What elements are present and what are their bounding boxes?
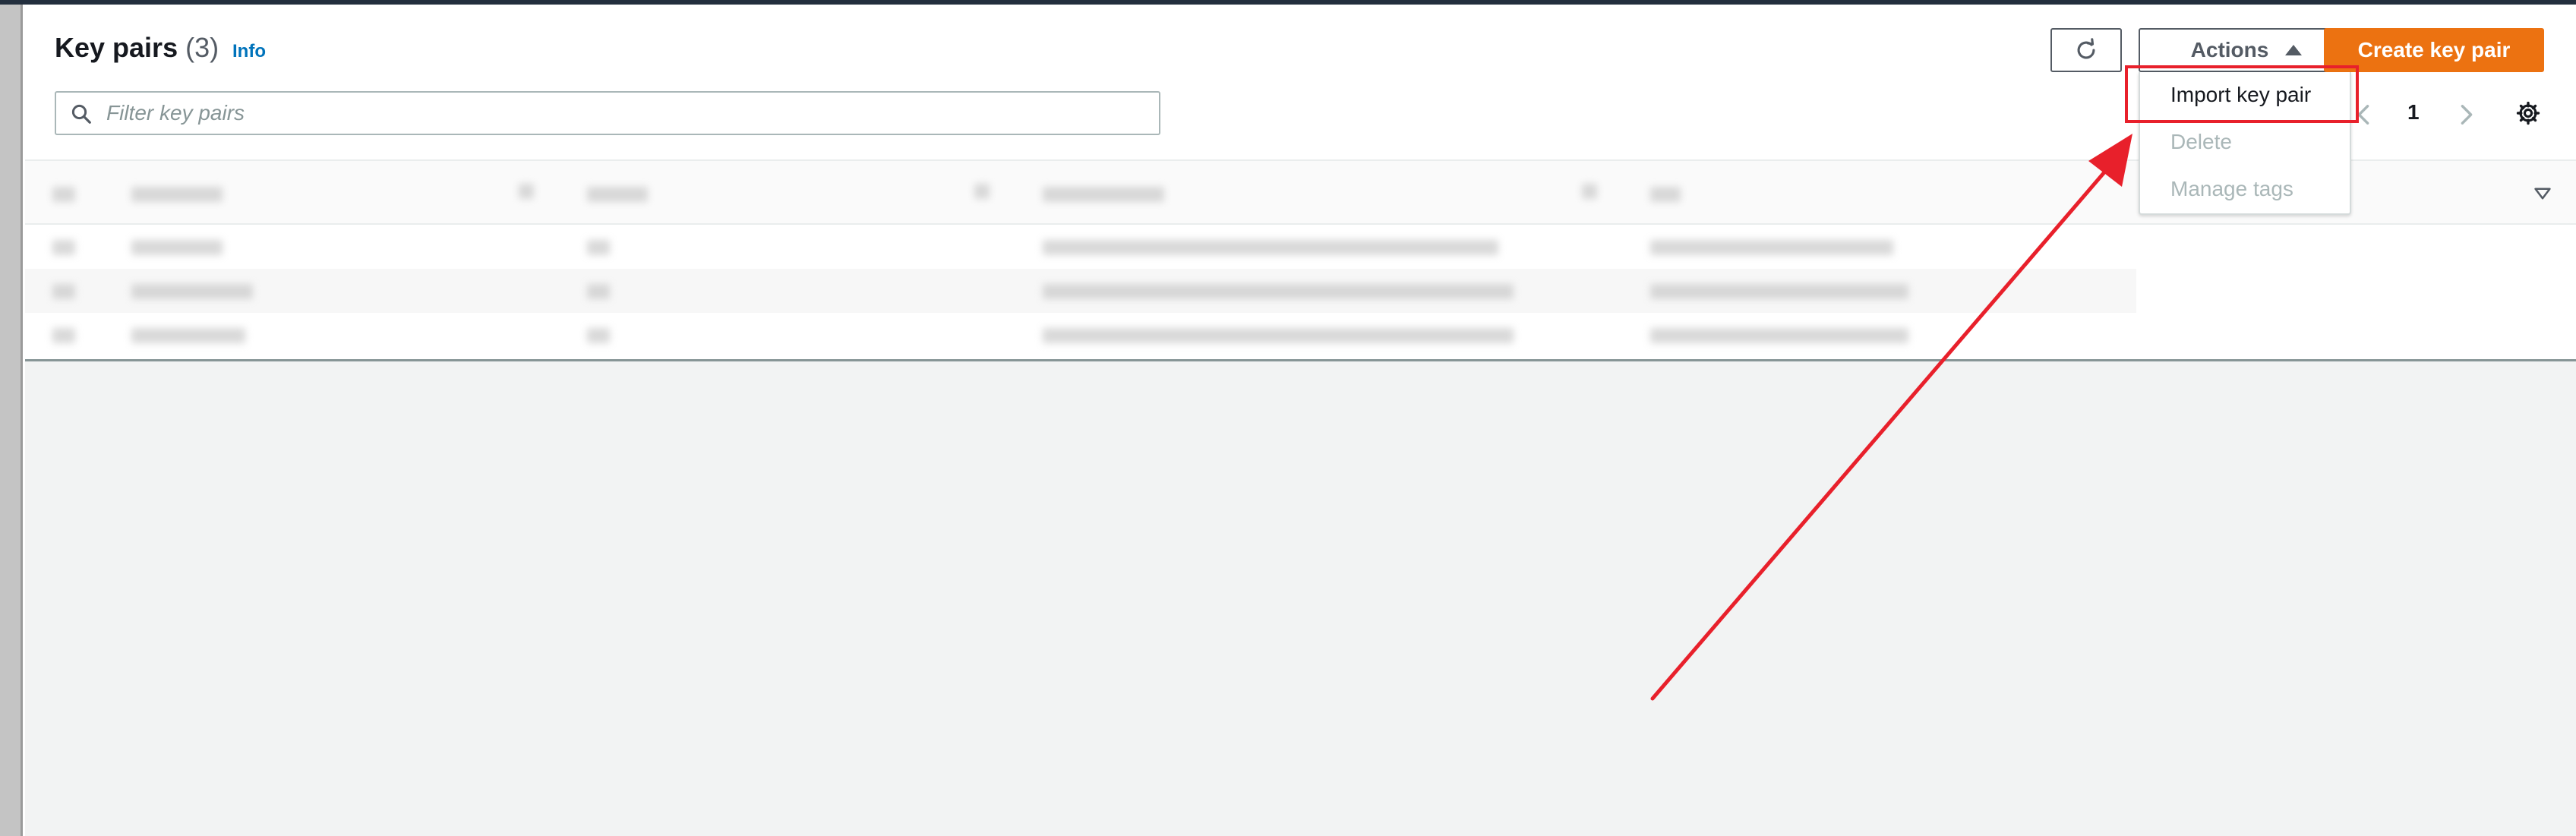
table-row[interactable]	[25, 225, 2136, 269]
table-row[interactable]	[25, 313, 2136, 357]
table-row[interactable]	[25, 269, 2136, 313]
menu-item-manage-tags: Manage tags	[2170, 177, 2293, 200]
refresh-button[interactable]	[2050, 28, 2122, 72]
caret-up-icon	[2285, 45, 2303, 55]
sort-triangle-icon[interactable]	[2534, 187, 2551, 200]
current-page-number[interactable]: 1	[2407, 100, 2420, 125]
info-link[interactable]: Info	[232, 41, 266, 62]
gear-icon[interactable]	[2515, 100, 2541, 126]
page-title-text: Key pairs	[55, 32, 178, 63]
refresh-icon	[2077, 38, 2095, 59]
left-scroll-gutter	[0, 5, 23, 836]
annotation-highlight-box	[2125, 65, 2359, 123]
page-title: Key pairs (3)	[55, 32, 219, 64]
chevron-right-icon[interactable]	[2458, 103, 2476, 126]
actions-button-label: Actions	[2190, 38, 2269, 62]
filter-search-box	[55, 91, 1160, 135]
filter-key-pairs-input[interactable]	[106, 99, 1147, 128]
search-icon	[71, 104, 91, 124]
key-pair-count: (3)	[185, 32, 219, 63]
menu-item-delete: Delete	[2170, 130, 2232, 153]
